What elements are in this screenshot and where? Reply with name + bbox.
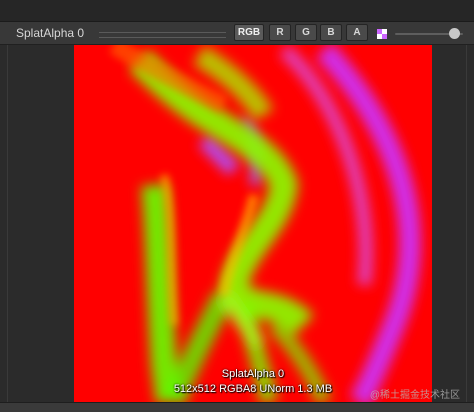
- channel-r-button[interactable]: R: [269, 24, 291, 41]
- title-drag-handle[interactable]: [99, 32, 226, 38]
- preview-toolbar: SplatAlpha 0 RGB R G B A: [0, 22, 474, 45]
- window-top-strip: [0, 0, 474, 22]
- preview-title: SplatAlpha 0: [16, 26, 85, 40]
- checker-icon: [377, 29, 387, 39]
- mip-slider-thumb[interactable]: [449, 28, 460, 39]
- channel-b-button[interactable]: B: [320, 24, 342, 41]
- watermark-text: @稀土掘金技术社区: [369, 390, 460, 401]
- splat-texture-image: [74, 45, 432, 402]
- channel-g-button[interactable]: G: [295, 24, 317, 41]
- right-divider: [466, 45, 467, 402]
- texture-preview: [74, 45, 432, 402]
- channel-rgb-button[interactable]: RGB: [234, 24, 264, 41]
- left-divider: [7, 45, 8, 402]
- preview-texture-name: SplatAlpha 0: [221, 368, 285, 380]
- channel-a-button[interactable]: A: [346, 24, 368, 41]
